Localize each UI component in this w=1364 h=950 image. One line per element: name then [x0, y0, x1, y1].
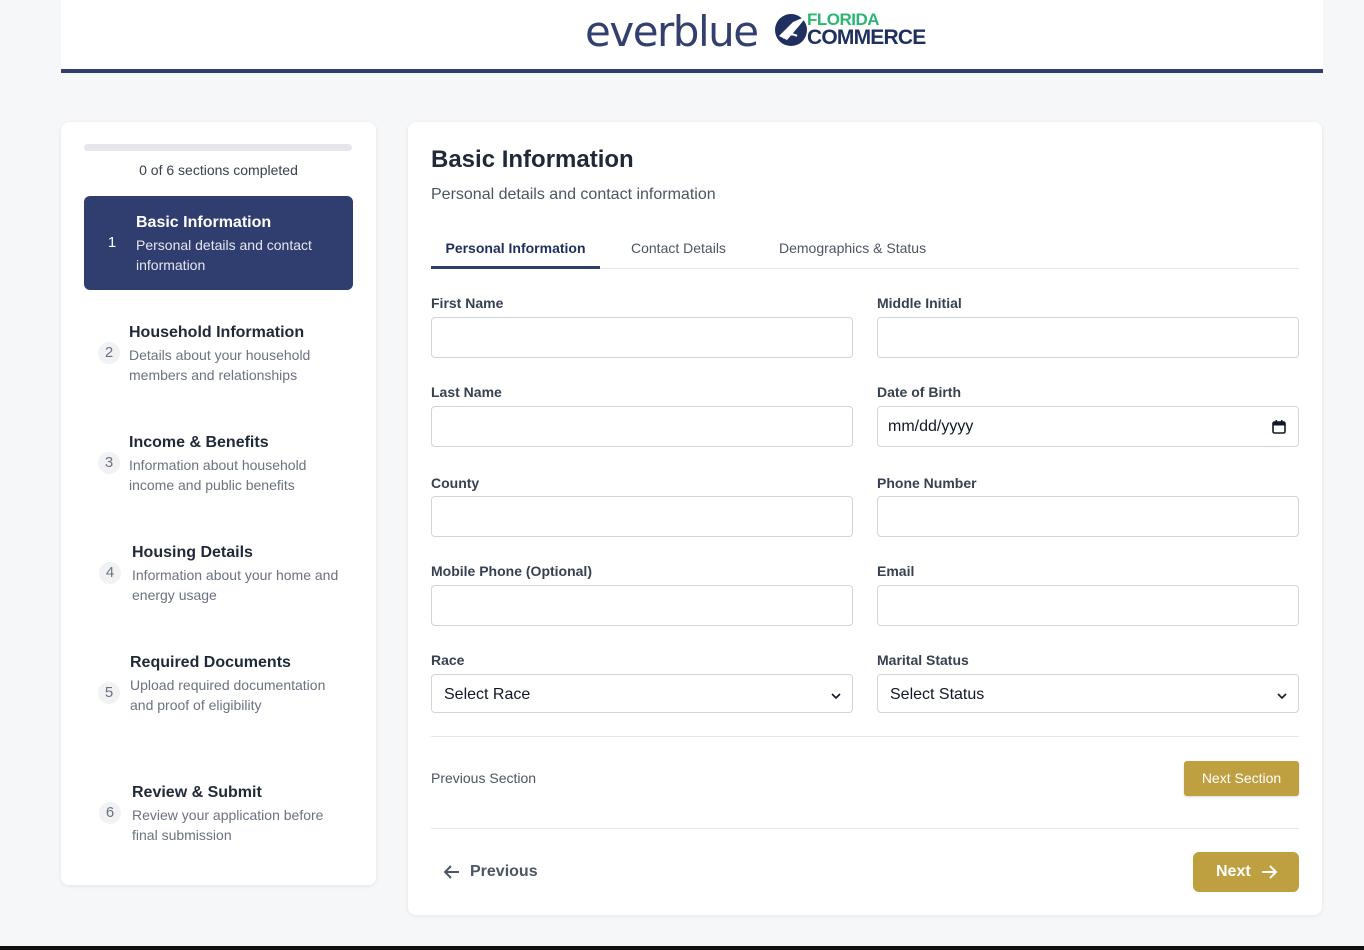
sidebar-step-household-information[interactable]: 2 Household Information Details about yo… — [84, 318, 353, 398]
next-button-label: Next — [1216, 863, 1251, 880]
step-description: Upload required documentation and proof … — [130, 677, 326, 713]
bottom-edge-bar — [0, 946, 1364, 950]
email-input[interactable] — [877, 585, 1299, 626]
calendar-icon[interactable] — [1272, 420, 1286, 434]
date-of-birth-input[interactable]: mm/dd/yyyy — [877, 406, 1299, 447]
race-select-value: Select Race — [444, 686, 531, 703]
step-number: 4 — [99, 562, 121, 584]
everblue-logo-text: everblue — [585, 7, 759, 56]
sidebar-step-review-submit[interactable]: 6 Review & Submit Review your applicatio… — [84, 778, 353, 858]
tab-bar: Personal Information Contact Details Dem… — [431, 232, 1299, 269]
sidebar-step-housing-details[interactable]: 4 Housing Details Information about your… — [84, 538, 353, 618]
sidebar-step-required-documents[interactable]: 5 Required Documents Upload required doc… — [84, 648, 353, 748]
form-card: Basic Information Personal details and c… — [408, 122, 1322, 915]
race-label: Race — [431, 652, 465, 668]
footer-divider — [431, 828, 1299, 829]
app-header: everblue FLORIDA COMMERCE — [61, 0, 1323, 73]
phone-number-label: Phone Number — [877, 475, 977, 491]
sidebar-step-income-benefits[interactable]: 3 Income & Benefits Information about ho… — [84, 428, 353, 508]
marital-status-select[interactable]: Select Status — [877, 674, 1299, 713]
progress-sidebar: 0 of 6 sections completed 1 Basic Inform… — [61, 122, 376, 885]
tab-personal-information[interactable]: Personal Information — [431, 240, 600, 269]
mobile-phone-input[interactable] — [431, 585, 853, 626]
county-input[interactable] — [431, 496, 853, 537]
next-section-button[interactable]: Next Section — [1184, 761, 1299, 796]
step-description: Information about household income and p… — [129, 457, 307, 493]
first-name-input[interactable] — [431, 317, 853, 358]
mobile-phone-label: Mobile Phone (Optional) — [431, 563, 592, 579]
arrow-right-icon — [1262, 865, 1277, 879]
first-name-label: First Name — [431, 295, 504, 311]
chevron-down-icon — [831, 693, 841, 700]
chevron-down-icon — [1277, 693, 1287, 700]
last-name-label: Last Name — [431, 384, 502, 400]
middle-initial-input[interactable] — [877, 317, 1299, 358]
step-description: Personal details and contact information — [136, 237, 312, 273]
tab-demographics-status[interactable]: Demographics & Status — [779, 240, 926, 269]
step-title: Housing Details — [132, 544, 253, 561]
step-title: Review & Submit — [132, 784, 262, 801]
step-number: 5 — [98, 682, 120, 704]
next-button[interactable]: Next — [1193, 852, 1299, 892]
florida-commerce-logo-bottom: COMMERCE — [807, 26, 926, 49]
email-label: Email — [877, 563, 915, 579]
step-title: Income & Benefits — [129, 434, 269, 451]
step-number: 1 — [107, 234, 117, 251]
previous-button[interactable]: Previous — [444, 859, 538, 885]
previous-button-label: Previous — [470, 863, 538, 880]
middle-initial-label: Middle Initial — [877, 295, 962, 311]
page-title: Basic Information — [431, 146, 634, 173]
previous-section-button[interactable]: Previous Section — [431, 770, 536, 786]
step-description: Review your application before final sub… — [132, 807, 324, 843]
sidebar-step-basic-information[interactable]: 1 Basic Information Personal details and… — [84, 196, 353, 290]
step-description: Details about your household members and… — [129, 347, 311, 383]
county-label: County — [431, 475, 480, 491]
step-number: 2 — [98, 342, 120, 364]
tab-contact-details[interactable]: Contact Details — [631, 240, 726, 269]
phone-number-input[interactable] — [877, 496, 1299, 537]
marital-status-select-value: Select Status — [890, 686, 985, 703]
marital-status-label: Marital Status — [877, 652, 969, 668]
arrow-left-icon — [444, 865, 459, 879]
date-of-birth-label: Date of Birth — [877, 384, 961, 400]
page-subtitle: Personal details and contact information — [431, 186, 716, 203]
progress-text: 0 of 6 sections completed — [139, 162, 298, 178]
step-title: Basic Information — [136, 214, 272, 231]
section-divider — [431, 736, 1299, 737]
race-select[interactable]: Select Race — [431, 674, 853, 713]
last-name-input[interactable] — [431, 406, 853, 447]
step-number: 3 — [98, 452, 120, 474]
step-number: 6 — [99, 802, 121, 824]
step-title: Household Information — [129, 324, 305, 341]
date-of-birth-value: mm/dd/yyyy — [888, 418, 974, 435]
step-title: Required Documents — [130, 654, 291, 671]
step-description: Information about your home and energy u… — [132, 567, 339, 603]
progress-bar — [84, 144, 352, 151]
